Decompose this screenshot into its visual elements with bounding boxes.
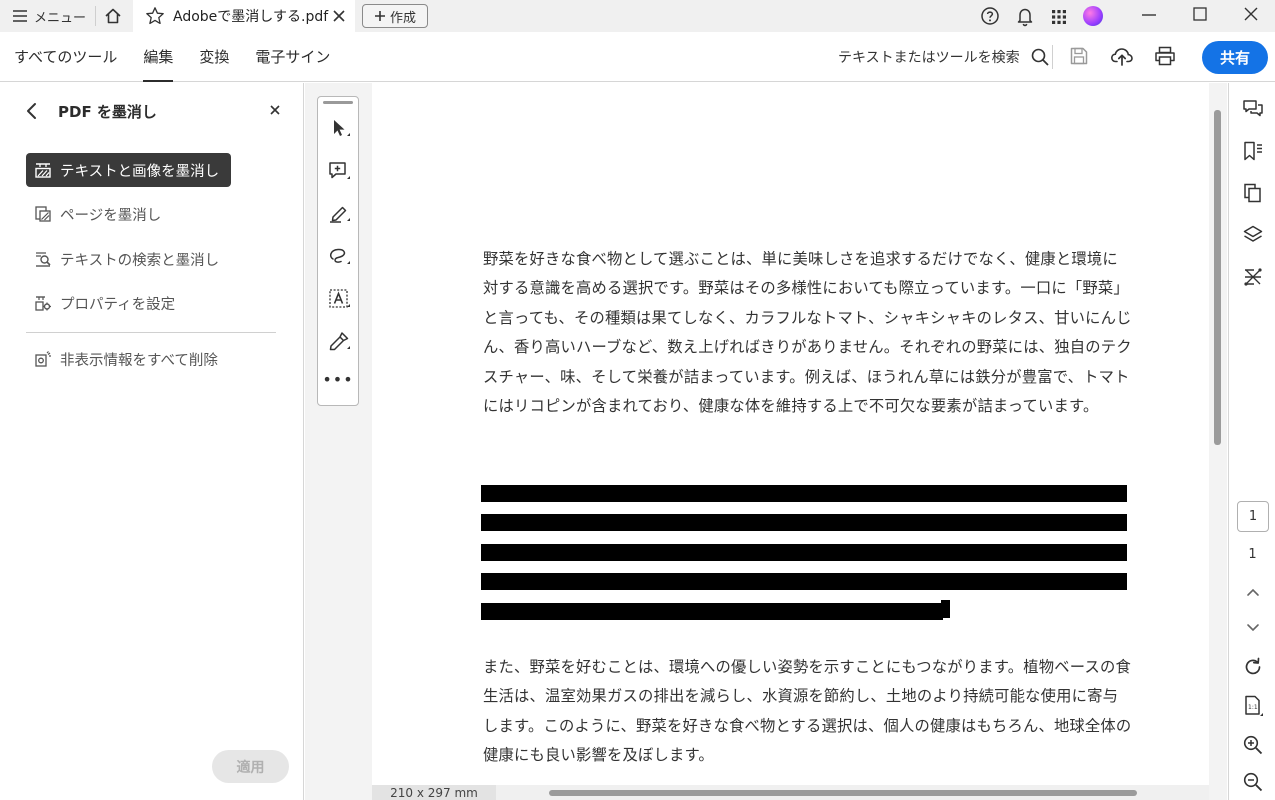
zoom-in-icon[interactable] <box>1242 734 1264 756</box>
remove-hidden-info-icon <box>34 350 52 368</box>
apps-grid-icon[interactable] <box>1050 5 1068 27</box>
vertical-scrollbar[interactable] <box>1209 83 1227 785</box>
sign-pen-icon[interactable] <box>327 329 351 353</box>
panel-item-properties[interactable]: プロパティを設定 <box>26 286 187 320</box>
panel-item-remove-hidden[interactable]: 非表示情報をすべて削除 <box>26 342 230 376</box>
properties-icon <box>34 294 52 312</box>
help-icon[interactable] <box>980 5 1000 27</box>
tool-search[interactable]: テキストまたはツールを検索 <box>838 46 1050 68</box>
pdf-page: 野菜を好きな食べ物として選ぶことは、単に美味しさを追求するだけでなく、健康と環境… <box>372 83 1209 785</box>
panel-item-label: ページを墨消し <box>60 207 162 224</box>
compare-icon[interactable] <box>1242 266 1264 288</box>
minimize-icon[interactable] <box>1138 4 1160 26</box>
horizontal-scrollbar[interactable]: 210 x 297 mm <box>372 785 1209 800</box>
panel-header: PDF を墨消し <box>22 99 292 123</box>
print-icon[interactable] <box>1153 45 1177 67</box>
close-tab-icon[interactable] <box>331 8 347 24</box>
document-paragraph-1: 野菜を好きな食べ物として選ぶことは、単に美味しさを追求するだけでなく、健康と環境… <box>483 250 1132 416</box>
toolbar-grip[interactable] <box>323 101 353 104</box>
plus-icon <box>374 10 386 22</box>
more-tools-icon[interactable]: ••• <box>318 370 358 389</box>
main-toolbar: すべてのツール 編集 変換 電子サイン テキストまたはツールを検索 共有 <box>0 32 1275 82</box>
total-pages: 1 <box>1248 547 1257 562</box>
comments-icon[interactable] <box>1242 98 1264 120</box>
fit-page-icon[interactable]: 1:1 <box>1242 694 1264 718</box>
close-window-icon[interactable] <box>1240 4 1262 26</box>
quick-tools-bar: ••• <box>317 96 359 406</box>
panel-item-label: テキストの検索と墨消し <box>60 252 220 269</box>
vertical-scroll-thumb[interactable] <box>1214 110 1221 445</box>
bell-icon[interactable] <box>1015 5 1035 27</box>
top-nav: すべてのツール 編集 変換 電子サイン <box>14 32 330 82</box>
cloud-upload-icon[interactable] <box>1110 45 1134 67</box>
apply-button[interactable]: 適用 <box>212 750 289 783</box>
nav-edit[interactable]: 編集 <box>143 32 174 82</box>
menu-button[interactable]: メニュー <box>12 6 86 26</box>
document-tab[interactable]: Adobeで墨消しする.pdf <box>133 0 355 32</box>
find-redact-icon <box>34 250 52 268</box>
home-icon <box>105 8 121 24</box>
panel-item-find-redact[interactable]: テキストの検索と墨消し <box>26 242 231 276</box>
redaction-mark[interactable] <box>481 573 1127 590</box>
toolbar-divider <box>1052 45 1053 69</box>
hamburger-icon <box>12 9 28 23</box>
page-thumbnails-icon[interactable] <box>1242 182 1264 204</box>
rotate-icon[interactable] <box>1242 656 1264 678</box>
redaction-mark[interactable] <box>481 603 943 620</box>
zoom-out-icon[interactable] <box>1242 771 1264 793</box>
avatar[interactable] <box>1083 6 1103 26</box>
redact-page-icon <box>34 205 52 223</box>
redaction-handle[interactable] <box>941 600 950 618</box>
draw-lasso-icon[interactable] <box>327 244 351 268</box>
titlebar-divider <box>95 6 96 26</box>
share-button[interactable]: 共有 <box>1202 41 1268 74</box>
title-bar: メニュー Adobeで墨消しする.pdf 作成 <box>0 0 1275 32</box>
bookmark-icon[interactable] <box>1242 140 1264 162</box>
select-tool-icon[interactable] <box>327 116 351 140</box>
save-icon[interactable] <box>1068 45 1090 67</box>
nav-e-sign[interactable]: 電子サイン <box>255 32 330 82</box>
create-button[interactable]: 作成 <box>362 4 428 28</box>
search-icon[interactable] <box>1030 47 1050 67</box>
star-icon[interactable] <box>145 6 165 26</box>
panel-title: PDF を墨消し <box>58 103 157 121</box>
current-page-input[interactable]: 1 <box>1237 501 1269 532</box>
panel-item-label: プロパティを設定 <box>60 296 176 313</box>
redaction-mark[interactable] <box>481 544 1127 561</box>
text-box-icon[interactable] <box>327 287 351 311</box>
nav-convert[interactable]: 変換 <box>199 32 229 82</box>
page-size-label: 210 x 297 mm <box>372 785 496 800</box>
panel-item-redact-page[interactable]: ページを墨消し <box>26 197 173 231</box>
create-label: 作成 <box>389 10 416 26</box>
panel-divider <box>26 332 276 333</box>
add-comment-icon[interactable] <box>327 159 351 183</box>
search-label: テキストまたはツールを検索 <box>838 50 1020 66</box>
panel-item-label: 非表示情報をすべて削除 <box>60 352 218 369</box>
horizontal-scroll-thumb[interactable] <box>549 790 1137 796</box>
redact-text-image-icon <box>34 161 52 179</box>
maximize-icon[interactable] <box>1189 4 1211 26</box>
document-paragraph-2: また、野菜を好むことは、環境への優しい姿勢を示すことにもつながります。植物ベース… <box>483 658 1132 765</box>
right-rail: 1 1 1:1 <box>1228 83 1275 800</box>
home-button[interactable] <box>102 5 124 27</box>
svg-text:1:1: 1:1 <box>1248 704 1258 711</box>
highlight-pen-icon[interactable] <box>327 201 351 225</box>
tab-title: Adobeで墨消しする.pdf <box>173 9 329 25</box>
menu-label: メニュー <box>34 10 87 26</box>
chevron-down-icon[interactable] <box>1242 616 1264 638</box>
close-panel-icon[interactable] <box>268 103 282 117</box>
document-canvas: ••• 野菜を好きな食べ物として選ぶことは、単に美味しさを追求するだけでなく、健… <box>305 83 1227 800</box>
redaction-mark[interactable] <box>481 514 1127 531</box>
layers-icon[interactable] <box>1242 224 1264 246</box>
panel-item-redact-text-image[interactable]: テキストと画像を墨消し <box>26 153 232 187</box>
nav-all-tools[interactable]: すべてのツール <box>14 32 117 82</box>
back-arrow-icon[interactable] <box>22 101 42 121</box>
chevron-up-icon[interactable] <box>1242 582 1264 604</box>
redaction-mark[interactable] <box>481 485 1127 502</box>
panel-item-label: テキストと画像を墨消し <box>60 163 220 180</box>
redact-panel: PDF を墨消し テキストと画像を墨消し ページを墨消し テキストの検索と墨消し… <box>0 83 304 800</box>
